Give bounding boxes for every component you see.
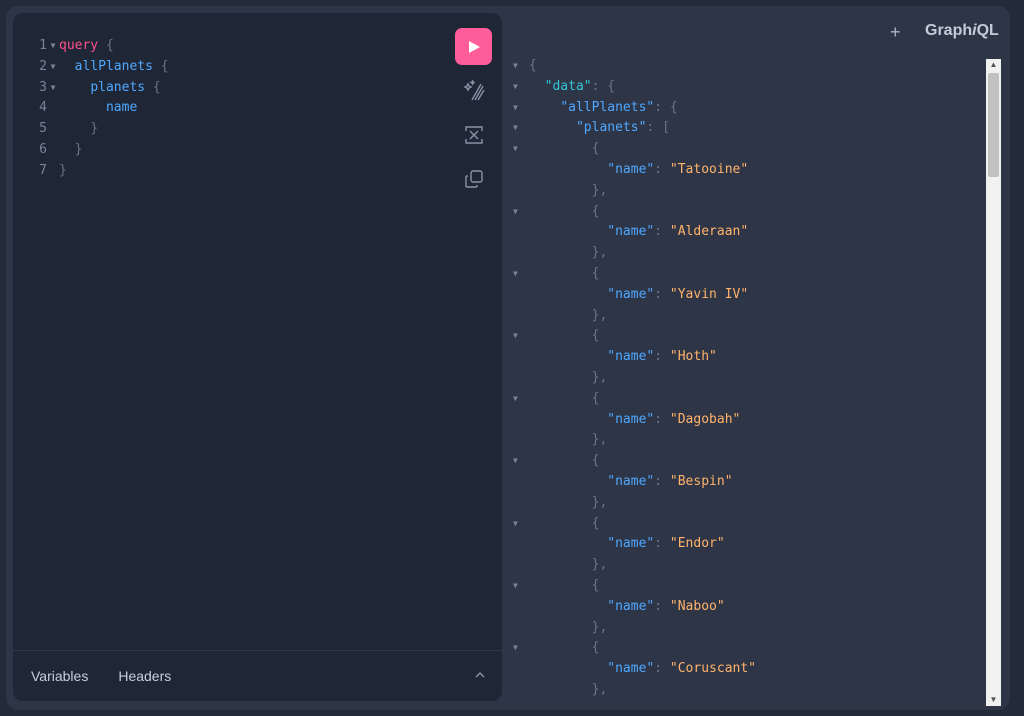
result-line: "name": "Naboo" <box>607 598 725 614</box>
code-text: } <box>90 121 99 137</box>
query-editor[interactable]: 1 ▼ query {2 ▼ allPlanets {3 ▼ planets {4 na… <box>13 36 443 182</box>
code-text: name <box>105 100 138 116</box>
editor-tools-bar: Variables Headers <box>13 650 502 701</box>
fold-icon[interactable]: ▼ <box>513 638 518 659</box>
fold-icon[interactable]: ▼ <box>513 139 518 160</box>
result-line: ▼ "planets": [ <box>509 118 985 139</box>
result-line: "name": "Endor" <box>607 536 725 552</box>
result-scrollbar[interactable]: ▲ ▼ <box>986 59 1001 706</box>
code-text: query { <box>59 38 114 53</box>
result-line: }, <box>591 619 608 635</box>
magic-wand-icon <box>462 79 485 100</box>
code-text: } <box>59 162 67 178</box>
merge-icon <box>464 125 483 144</box>
result-line: }, <box>591 681 608 697</box>
result-line: ▼ { <box>509 451 985 472</box>
result-line: ▼ { <box>509 638 985 659</box>
fold-icon[interactable]: ▼ <box>513 264 518 285</box>
scroll-up-icon[interactable]: ▲ <box>986 59 1001 71</box>
tab-variables[interactable]: Variables <box>31 668 88 684</box>
result-line: ▼ { <box>509 389 985 410</box>
scrollbar-thumb[interactable] <box>988 73 999 177</box>
fold-icon[interactable]: ▼ <box>513 56 518 77</box>
result-line: "name": "Bespin" <box>607 473 733 489</box>
result-line: }, <box>591 182 608 198</box>
copy-query-button[interactable] <box>455 160 492 197</box>
scroll-down-icon[interactable]: ▼ <box>986 694 1001 706</box>
chevron-up-icon[interactable] <box>472 667 488 683</box>
fold-icon[interactable]: ▼ <box>513 389 518 410</box>
result-line: ▼{ <box>509 56 985 77</box>
result-viewer[interactable]: ▼{▼ "data": {▼ "allPlanets": {▼ "planets… <box>509 56 985 704</box>
result-line: }, <box>591 307 608 323</box>
fold-icon[interactable]: ▼ <box>513 202 518 223</box>
code-line[interactable]: 2 ▼ allPlanets { <box>13 57 443 78</box>
result-line: "name": "Hoth" <box>607 349 717 365</box>
result-line: "name": "Tatooine" <box>607 161 749 177</box>
line-number: 7 <box>39 162 47 178</box>
copy-icon <box>464 169 483 188</box>
code-line[interactable]: 6 } <box>13 140 443 161</box>
result-line: }, <box>591 369 608 385</box>
fold-icon[interactable]: ▼ <box>47 78 59 99</box>
fold-icon[interactable]: ▼ <box>513 77 518 98</box>
result-line: ▼ { <box>509 139 985 160</box>
result-line: "name": "Coruscant" <box>607 661 756 677</box>
result-line: ▼ { <box>509 576 985 597</box>
line-number: 4 <box>39 100 47 116</box>
graphiql-logo: GraphiQL <box>925 22 999 39</box>
prettify-button[interactable] <box>455 72 492 109</box>
result-line: }, <box>591 557 608 573</box>
result-line: "name": "Yavin IV" <box>607 286 749 302</box>
fold-icon[interactable]: ▼ <box>513 326 518 347</box>
result-line: ▼ "data": { <box>509 77 985 98</box>
code-line[interactable]: 7} <box>13 161 443 182</box>
fold-icon[interactable]: ▼ <box>47 36 59 57</box>
line-number: 1 <box>39 38 47 53</box>
code-text: planets { <box>90 79 161 95</box>
code-line[interactable]: 5 } <box>13 119 443 140</box>
merge-fragments-button[interactable] <box>455 116 492 153</box>
result-line: ▼ { <box>509 264 985 285</box>
execute-query-button[interactable] <box>455 28 492 65</box>
line-number: 6 <box>39 141 47 157</box>
code-line[interactable]: 4 name <box>13 98 443 119</box>
line-number: 3 <box>39 79 47 95</box>
fold-icon[interactable]: ▼ <box>513 514 518 535</box>
line-number: 2 <box>39 58 47 74</box>
result-line: ▼ "allPlanets": { <box>509 98 985 119</box>
tab-headers[interactable]: Headers <box>118 668 171 684</box>
result-line: ▼ { <box>509 326 985 347</box>
code-text: allPlanets { <box>74 58 169 74</box>
result-line: }, <box>591 245 608 261</box>
graphiql-app: 1 ▼ query {2 ▼ allPlanets {3 ▼ planets {4 na… <box>6 6 1010 710</box>
fold-icon[interactable]: ▼ <box>513 98 518 119</box>
result-line: ▼ { <box>509 202 985 223</box>
fold-icon[interactable]: ▼ <box>513 576 518 597</box>
result-line: }, <box>591 494 608 510</box>
code-line[interactable]: 3 ▼ planets { <box>13 78 443 99</box>
fold-icon[interactable]: ▼ <box>513 118 518 139</box>
result-line: "name": "Dagobah" <box>607 411 741 427</box>
line-number: 5 <box>39 121 47 137</box>
result-line: "name": "Alderaan" <box>607 224 749 240</box>
play-icon <box>468 40 480 53</box>
code-text: } <box>74 141 83 157</box>
fold-icon[interactable]: ▼ <box>47 57 59 78</box>
query-editor-panel: 1 ▼ query {2 ▼ allPlanets {3 ▼ planets {4 na… <box>13 13 502 701</box>
fold-icon[interactable]: ▼ <box>513 451 518 472</box>
add-tab-button[interactable]: + <box>890 22 901 43</box>
editor-toolbar <box>455 28 495 197</box>
code-line[interactable]: 1 ▼ query { <box>13 36 443 57</box>
result-line: }, <box>591 432 608 448</box>
result-line: ▼ { <box>509 514 985 535</box>
